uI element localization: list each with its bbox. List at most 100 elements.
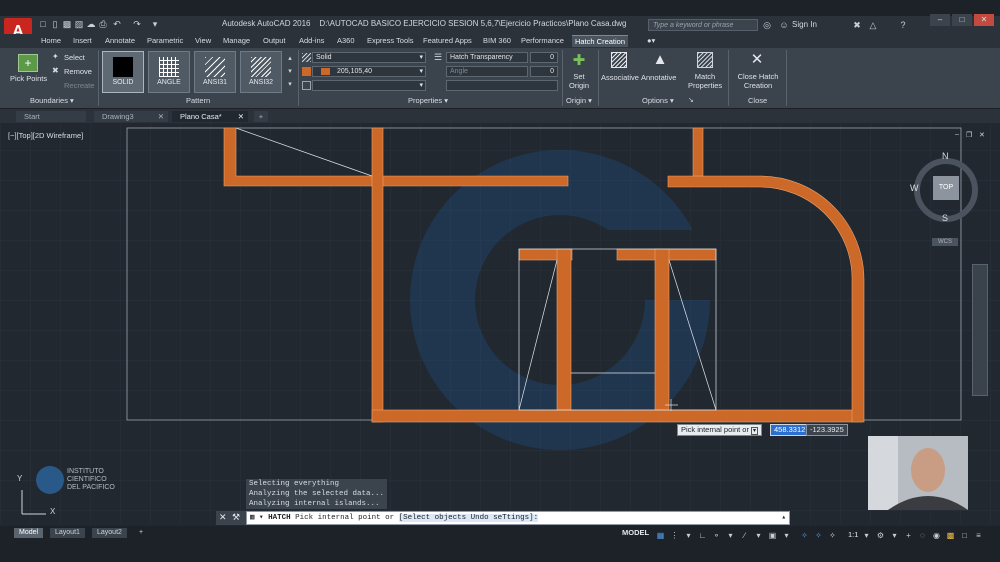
exchange-icon[interactable]: ✖ <box>852 20 862 30</box>
customize-wrench-icon[interactable]: ⚒ <box>232 512 240 523</box>
coord-x-input[interactable]: 458.3312 <box>770 424 810 436</box>
close-window-button[interactable]: ✕ <box>974 14 994 26</box>
chevron-down-icon[interactable]: ▾ <box>862 531 871 540</box>
undo-icon[interactable]: ↶ <box>112 19 122 29</box>
help-icon[interactable]: ? <box>898 20 908 30</box>
ortho-icon[interactable]: ∟ <box>698 531 707 540</box>
doc-tab-plano-casa[interactable]: Plano Casa* ✕ <box>172 111 248 122</box>
recreate-button[interactable]: Recreate <box>64 81 94 90</box>
annotation-scale-select[interactable]: 1:1 <box>848 530 858 539</box>
sign-in-link[interactable]: Sign In <box>792 20 817 29</box>
grid-icon[interactable]: ▦ <box>656 531 665 540</box>
tab-parametric[interactable]: Parametric <box>144 35 186 46</box>
viewport-restore-icon[interactable]: ❐ <box>966 131 972 139</box>
print-icon[interactable]: ⎙ <box>98 19 108 29</box>
binoculars-icon[interactable]: ◎ <box>762 20 772 30</box>
clean-screen-icon[interactable]: ▩ <box>946 531 955 540</box>
isodraft-icon[interactable]: ∕ <box>740 531 749 540</box>
doc-tab-drawing3[interactable]: Drawing3 ✕ <box>94 111 168 122</box>
doc-tab-start[interactable]: Start <box>16 111 86 122</box>
associative-button[interactable]: Associative <box>601 73 639 82</box>
wcs-menu[interactable]: WCS <box>932 238 958 246</box>
auto-scale-icon[interactable]: ✧ <box>814 531 823 540</box>
compass-north[interactable]: N <box>942 151 949 161</box>
new-icon[interactable]: □ <box>38 19 48 29</box>
pattern-ansi31[interactable]: ANSI31 <box>194 51 236 93</box>
plus-icon[interactable]: + <box>904 531 913 540</box>
match-properties-button[interactable]: Match Properties <box>688 72 722 90</box>
pattern-scroll-icon[interactable]: ▴ ▾ ▾ <box>286 52 294 92</box>
user-icon[interactable]: ☺ <box>779 20 789 30</box>
close-hatch-creation-button[interactable]: Close Hatch Creation <box>730 72 786 90</box>
drawing-canvas[interactable] <box>0 123 1000 523</box>
drawing-viewport[interactable] <box>0 123 1000 523</box>
viewcube-top-face[interactable]: TOP <box>933 176 959 200</box>
coord-y-input[interactable]: -123.3925 <box>806 424 848 436</box>
workspace-gear-icon[interactable]: ⚙ <box>876 531 885 540</box>
search-input[interactable]: Type a keyword or phrase <box>648 19 758 31</box>
annotation-visibility-icon[interactable]: ✧ <box>800 531 809 540</box>
close-tab-icon[interactable]: ✕ <box>238 111 244 122</box>
pattern-ansi32[interactable]: ANSI32 <box>240 51 282 93</box>
tab-featured-apps[interactable]: Featured Apps <box>420 35 475 46</box>
minimize-button[interactable]: – <box>930 14 950 26</box>
layout-tab-layout1[interactable]: Layout1 <box>50 528 85 538</box>
viewport-close-icon[interactable]: ✕ <box>979 131 985 139</box>
compass-south[interactable]: S <box>942 213 948 223</box>
save-icon[interactable]: ▩ <box>62 19 72 29</box>
command-options[interactable]: [Select objects Undo seTtings]: <box>398 514 539 522</box>
open-icon[interactable]: ▯ <box>50 19 60 29</box>
set-origin-button[interactable]: Set Origin <box>566 72 592 90</box>
annotation-scale-icon[interactable]: ✧ <box>828 531 837 540</box>
chevron-down-icon[interactable]: ▾ <box>726 531 735 540</box>
model-space-button[interactable]: MODEL <box>622 528 649 537</box>
polar-icon[interactable]: ⚬ <box>712 531 721 540</box>
viewport-minimize-icon[interactable]: – <box>955 131 959 138</box>
viewport-controls-label[interactable]: [−][Top][2D Wireframe] <box>8 131 83 140</box>
transparency-input[interactable]: 0 <box>530 52 558 63</box>
tab-performance[interactable]: Performance <box>518 35 567 46</box>
annotative-button[interactable]: Annotative <box>641 73 676 82</box>
fullscreen-icon[interactable]: □ <box>960 531 969 540</box>
cloud-icon[interactable]: ☁ <box>86 19 96 29</box>
save-as-icon[interactable]: ▨ <box>74 19 84 29</box>
pick-points-icon[interactable]: + <box>18 54 38 72</box>
maximize-button[interactable]: □ <box>952 14 972 26</box>
tab-bim-360[interactable]: BIM 360 <box>480 35 514 46</box>
pattern-solid[interactable]: SOLID <box>102 51 144 93</box>
pick-points-button[interactable]: Pick Points <box>10 74 47 83</box>
tab-manage[interactable]: Manage <box>220 35 253 46</box>
layout-tab-layout2[interactable]: Layout2 <box>92 528 127 538</box>
tab-add-ins[interactable]: Add-ins <box>296 35 327 46</box>
object-snap-icon[interactable]: ▣ <box>768 531 777 540</box>
chevron-down-icon[interactable]: ▾ <box>754 531 763 540</box>
remove-button[interactable]: Remove <box>64 67 92 76</box>
chevron-down-icon[interactable]: ▾ <box>782 531 791 540</box>
command-history-toggle-icon[interactable]: ▴ <box>781 512 786 524</box>
new-tab-button[interactable]: + <box>254 111 268 122</box>
close-tab-icon[interactable]: ✕ <box>158 111 164 122</box>
tab-view[interactable]: View <box>192 35 214 46</box>
properties-panel-title[interactable]: Properties ▾ <box>408 96 448 105</box>
a360-icon[interactable]: △ <box>868 20 878 30</box>
snap-icon[interactable]: ⋮ <box>670 531 679 540</box>
hatch-color-select[interactable]: 205,105,40 ▾ <box>312 66 426 77</box>
options-panel-title[interactable]: Options ▾ <box>642 96 674 105</box>
close-command-line-icon[interactable]: ✕ <box>219 512 227 523</box>
chevron-down-icon[interactable]: ▾ <box>890 531 899 540</box>
layout-tab-model[interactable]: Model <box>14 528 44 538</box>
tab-output[interactable]: Output <box>260 35 289 46</box>
workspace-dropdown-icon[interactable]: ▾ <box>150 19 160 29</box>
background-color-select[interactable]: ▾ <box>312 80 426 91</box>
new-layout-button[interactable]: + <box>134 528 148 538</box>
tab-home[interactable]: Home <box>38 35 64 46</box>
origin-panel-title[interactable]: Origin ▾ <box>566 96 592 105</box>
transparency-select[interactable]: Hatch Transparency <box>446 52 528 63</box>
redo-icon[interactable]: ↷ <box>132 19 142 29</box>
select-button[interactable]: Select <box>64 53 85 62</box>
tab-insert[interactable]: Insert <box>70 35 95 46</box>
boundaries-panel-title[interactable]: Boundaries ▾ <box>30 96 74 105</box>
isolate-icon[interactable]: ◌ <box>918 531 927 540</box>
angle-input[interactable]: 0 <box>530 66 558 77</box>
options-expand-icon[interactable]: ↘ <box>688 96 694 104</box>
